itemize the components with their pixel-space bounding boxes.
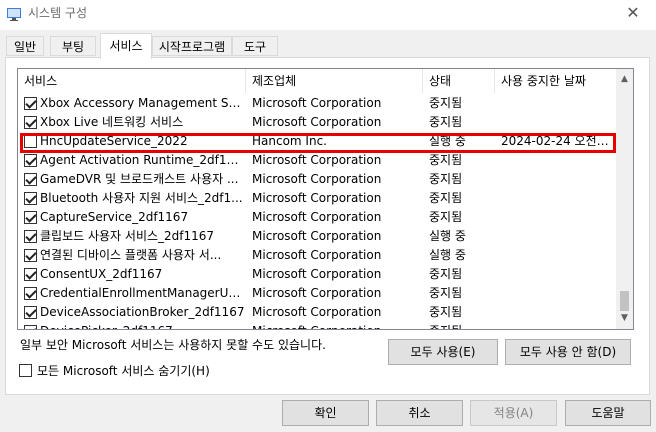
enable-all-button[interactable]: 모두 사용(E) bbox=[388, 339, 498, 365]
close-button[interactable]: ✕ bbox=[610, 0, 656, 30]
title-bar: 시스템 구성 ✕ bbox=[0, 0, 656, 30]
scroll-thumb[interactable] bbox=[620, 291, 629, 311]
service-name: Xbox Accessory Management Service bbox=[40, 96, 245, 110]
tab-boot[interactable]: 부팅 bbox=[50, 36, 96, 56]
service-name: GameDVR 및 브로드캐스트 사용자 ... bbox=[40, 172, 239, 186]
service-vendor: Microsoft Corporation bbox=[252, 153, 382, 167]
hide-ms-services-checkbox[interactable] bbox=[19, 364, 32, 377]
table-row[interactable]: Xbox Accessory Management Service Microso… bbox=[18, 94, 616, 113]
system-config-icon bbox=[7, 8, 21, 21]
service-status: 중지됨 bbox=[429, 210, 463, 224]
table-row[interactable]: Xbox Live 네트워킹 서비스 Microsoft Corporation 중… bbox=[18, 113, 616, 132]
service-status: 중지됨 bbox=[429, 322, 493, 329]
service-status: 중지됨 bbox=[429, 267, 463, 281]
tab-startup[interactable]: 시작프로그램 bbox=[152, 36, 232, 56]
scroll-down-icon[interactable]: ▼ bbox=[616, 310, 633, 327]
tab-tools[interactable]: 도구 bbox=[232, 36, 278, 56]
service-status: 중지됨 bbox=[429, 305, 463, 319]
service-status: 중지됨 bbox=[429, 153, 463, 167]
service-name: DeviceAssociationBroker_2df1167 bbox=[40, 305, 245, 319]
service-vendor: Microsoft Corporation bbox=[252, 191, 382, 205]
window-title: 시스템 구성 bbox=[28, 6, 88, 20]
column-disabled-date[interactable]: 사용 중지한 날짜 bbox=[495, 69, 616, 93]
service-name: HncUpdateService_2022 bbox=[40, 134, 188, 148]
table-row[interactable]: ConsentUX_2df1167 Microsoft Corporation 중지… bbox=[18, 265, 616, 284]
scroll-up-icon[interactable]: ▲ bbox=[616, 71, 633, 88]
service-date: 2024-02-24 오전 ... bbox=[501, 134, 609, 148]
service-name: Xbox Live 네트워킹 서비스 bbox=[40, 115, 184, 129]
tab-general[interactable]: 일반 bbox=[6, 36, 44, 56]
service-name: Agent Activation Runtime_2df1167 bbox=[40, 153, 245, 167]
disable-all-button[interactable]: 모두 사용 안 함(D) bbox=[505, 339, 631, 365]
service-checkbox[interactable] bbox=[24, 192, 37, 205]
service-vendor: Microsoft Corporation bbox=[252, 210, 382, 224]
service-name: CaptureService_2df1167 bbox=[40, 210, 189, 224]
apply-button[interactable]: 적용(A) bbox=[470, 400, 557, 426]
table-row[interactable]: CaptureService_2df1167 Microsoft Corporat… bbox=[18, 208, 616, 227]
service-name: ConsentUX_2df1167 bbox=[40, 267, 163, 281]
column-status[interactable]: 상태 bbox=[423, 69, 495, 93]
table-row[interactable]: Agent Activation Runtime_2df1167 Microsof… bbox=[18, 151, 616, 170]
service-vendor: Microsoft Corporation bbox=[252, 322, 422, 329]
help-button[interactable]: 도움말 bbox=[565, 400, 651, 426]
service-vendor: Microsoft Corporation bbox=[252, 96, 382, 110]
service-checkbox[interactable] bbox=[24, 97, 37, 110]
service-name: DevicePicker_2df1167 bbox=[40, 322, 245, 329]
service-checkbox[interactable] bbox=[24, 211, 37, 224]
table-row[interactable]: DevicePicker_2df1167 Microsoft Corporatio… bbox=[18, 322, 616, 329]
tab-services[interactable]: 서비스 bbox=[100, 33, 152, 59]
service-name: 연결된 디바이스 플랫폼 사용자 서... bbox=[40, 248, 222, 262]
cancel-button[interactable]: 취소 bbox=[376, 400, 463, 426]
hide-ms-services-label: 모든 Microsoft 서비스 숨기기(H) bbox=[37, 364, 210, 378]
service-vendor: Hancom Inc. bbox=[252, 134, 327, 148]
service-status: 중지됨 bbox=[429, 286, 463, 300]
service-vendor: Microsoft Corporation bbox=[252, 267, 382, 281]
security-notice: 일부 보안 Microsoft 서비스는 사용하지 못할 수도 있습니다. bbox=[20, 338, 326, 352]
table-row[interactable]: GameDVR 및 브로드캐스트 사용자 ... Microsoft Corpor… bbox=[18, 170, 616, 189]
column-vendor[interactable]: 제조업체 bbox=[246, 69, 423, 93]
column-header: 서비스 제조업체 상태 사용 중지한 날짜 bbox=[18, 69, 616, 93]
service-status: 실행 중 bbox=[429, 229, 466, 243]
service-vendor: Microsoft Corporation bbox=[252, 248, 382, 262]
service-checkbox[interactable] bbox=[24, 268, 37, 281]
table-row[interactable]: 클립보드 사용자 서비스_2df1167 Microsoft Corporatio… bbox=[18, 227, 616, 246]
service-checkbox[interactable] bbox=[24, 287, 37, 300]
service-vendor: Microsoft Corporation bbox=[252, 305, 382, 319]
ok-button[interactable]: 확인 bbox=[282, 400, 369, 426]
service-status: 중지됨 bbox=[429, 191, 463, 205]
service-name: 클립보드 사용자 서비스_2df1167 bbox=[40, 229, 215, 243]
table-row[interactable]: 연결된 디바이스 플랫폼 사용자 서... Microsoft Corporati… bbox=[18, 246, 616, 265]
service-name: Bluetooth 사용자 지원 서비스_2df1... bbox=[40, 191, 243, 205]
service-status: 실행 중 bbox=[429, 248, 466, 262]
service-checkbox[interactable] bbox=[24, 249, 37, 262]
service-vendor: Microsoft Corporation bbox=[252, 229, 382, 243]
vertical-scrollbar[interactable]: ▲ ▼ bbox=[616, 69, 633, 329]
table-row[interactable]: CredentialEnrollmentManagerUserS... Micro… bbox=[18, 284, 616, 303]
service-vendor: Microsoft Corporation bbox=[252, 286, 382, 300]
service-checkbox[interactable] bbox=[24, 230, 37, 243]
service-status: 중지됨 bbox=[429, 96, 463, 110]
table-row-highlighted[interactable]: HncUpdateService_2022 Hancom Inc. 실행 중 2024… bbox=[18, 132, 616, 151]
services-list[interactable]: 서비스 제조업체 상태 사용 중지한 날짜 Xbox Accessory Man… bbox=[17, 68, 634, 330]
service-checkbox[interactable] bbox=[24, 306, 37, 319]
service-rows: Xbox Accessory Management Service Microso… bbox=[18, 94, 616, 329]
service-vendor: Microsoft Corporation bbox=[252, 115, 382, 129]
service-status: 중지됨 bbox=[429, 172, 463, 186]
close-icon: ✕ bbox=[626, 3, 640, 22]
service-checkbox[interactable] bbox=[24, 135, 37, 148]
table-row[interactable]: Bluetooth 사용자 지원 서비스_2df1... Microsoft Co… bbox=[18, 189, 616, 208]
service-checkbox[interactable] bbox=[24, 116, 37, 129]
service-status: 실행 중 bbox=[429, 134, 466, 148]
service-checkbox[interactable] bbox=[24, 325, 37, 329]
service-checkbox[interactable] bbox=[24, 173, 37, 186]
service-checkbox[interactable] bbox=[24, 154, 37, 167]
column-service[interactable]: 서비스 bbox=[18, 69, 246, 93]
table-row[interactable]: DeviceAssociationBroker_2df1167 Microsoft… bbox=[18, 303, 616, 322]
tab-bar: 일반 부팅 서비스 시작프로그램 도구 bbox=[0, 32, 656, 59]
service-name: CredentialEnrollmentManagerUserS... bbox=[40, 286, 245, 300]
service-status: 중지됨 bbox=[429, 115, 463, 129]
service-vendor: Microsoft Corporation bbox=[252, 172, 382, 186]
